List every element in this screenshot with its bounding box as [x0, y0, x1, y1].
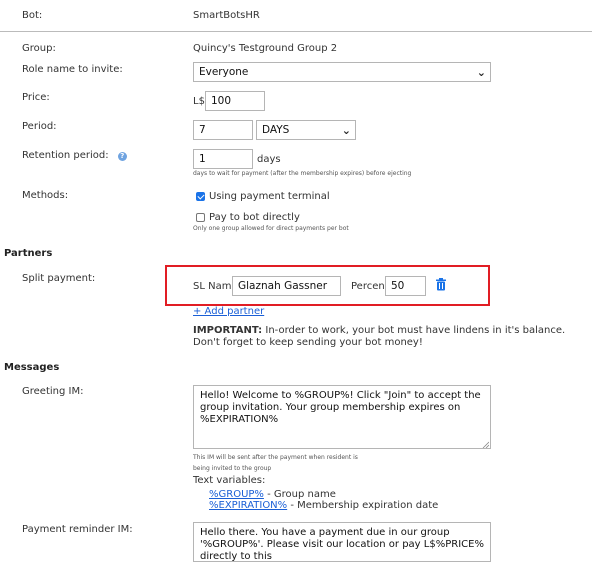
- role-label: Role name to invite:: [22, 64, 123, 75]
- greeting-label: Greeting IM:: [22, 386, 84, 397]
- chevron-down-icon: ⌄: [476, 66, 486, 79]
- partners-section-title: Partners: [4, 248, 53, 259]
- add-partner-link[interactable]: + Add partner: [193, 306, 264, 317]
- price-currency: L$: [193, 96, 205, 107]
- retention-unit: days: [257, 154, 281, 165]
- chevron-down-icon: ⌄: [341, 124, 351, 137]
- bot-label: Bot:: [22, 10, 43, 21]
- messages-section-title: Messages: [4, 362, 60, 373]
- text-variables-label: Text variables:: [193, 475, 266, 486]
- period-unit-value: DAYS: [262, 124, 290, 136]
- payment-reminder-textarea[interactable]: Hello there. You have a payment due in o…: [193, 522, 491, 562]
- greeting-hint-line1: This IM will be sent after the payment w…: [193, 454, 358, 461]
- help-icon[interactable]: ?: [117, 152, 127, 161]
- variable-group: %GROUP% - Group name: [209, 489, 336, 500]
- price-label: Price:: [22, 92, 50, 103]
- resize-handle-icon[interactable]: [482, 440, 490, 449]
- payment-terminal-label: Using payment terminal: [209, 191, 330, 202]
- greeting-textarea[interactable]: Hello! Welcome to %GROUP%! Click "Join" …: [193, 385, 491, 449]
- period-input[interactable]: 7: [193, 120, 253, 140]
- sl-name-input[interactable]: Glaznah Gassner: [232, 276, 341, 296]
- variable-expiration-desc: - Membership expiration date: [287, 500, 439, 511]
- greeting-hint-line2: being invited to the group: [193, 465, 272, 472]
- percent-label: Percent: [351, 281, 389, 292]
- split-payment-label: Split payment:: [22, 273, 96, 284]
- role-select[interactable]: Everyone ⌄: [193, 62, 491, 82]
- price-input[interactable]: 100: [205, 91, 265, 111]
- retention-hint: days to wait for payment (after the memb…: [193, 170, 412, 177]
- retention-input[interactable]: 1: [193, 149, 253, 169]
- payment-reminder-label: Payment reminder IM:: [22, 524, 133, 535]
- role-select-value: Everyone: [199, 66, 249, 78]
- percent-input[interactable]: 50: [385, 276, 426, 296]
- bot-value: SmartBotsHR: [193, 10, 260, 21]
- pay-to-bot-hint: Only one group allowed for direct paymen…: [193, 225, 349, 232]
- variable-group-name[interactable]: %GROUP%: [209, 489, 264, 500]
- important-note: IMPORTANT: In-order to work, your bot mu…: [193, 325, 565, 336]
- important-text: In-order to work, your bot must have lin…: [262, 325, 566, 336]
- group-value: Quincy's Testground Group 2: [193, 43, 338, 54]
- period-unit-select[interactable]: DAYS ⌄: [256, 120, 356, 140]
- retention-label: Retention period: ?: [22, 150, 127, 161]
- trash-icon[interactable]: [436, 278, 446, 291]
- variable-expiration-name[interactable]: %EXPIRATION%: [209, 500, 287, 511]
- variable-expiration: %EXPIRATION% - Membership expiration dat…: [209, 500, 438, 511]
- header-divider: [0, 31, 592, 32]
- payment-terminal-checkbox[interactable]: [196, 192, 205, 201]
- important-bold: IMPORTANT:: [193, 325, 263, 336]
- period-label: Period:: [22, 121, 57, 132]
- group-label: Group:: [22, 43, 56, 54]
- retention-label-text: Retention period:: [22, 150, 109, 161]
- pay-to-bot-checkbox[interactable]: [196, 213, 205, 222]
- methods-label: Methods:: [22, 190, 69, 201]
- pay-to-bot-label: Pay to bot directly: [209, 212, 300, 223]
- sl-name-label: SL Name: [193, 281, 238, 292]
- variable-group-desc: - Group name: [263, 489, 336, 500]
- important-note-line2: Don't forget to keep sending your bot mo…: [193, 337, 423, 348]
